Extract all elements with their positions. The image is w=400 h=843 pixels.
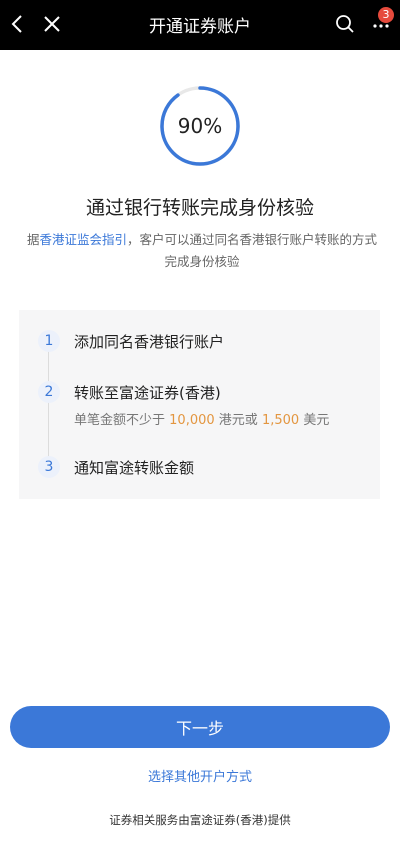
step-2-number: 2 <box>38 381 60 403</box>
desc-suffix: ，客户可以通过同名香港银行账户转账的方式完成身份核验 <box>127 232 378 269</box>
step-2-sub-mid: 港元或 <box>218 413 258 428</box>
search-icon <box>336 15 354 33</box>
next-button[interactable]: 下一步 <box>10 706 390 748</box>
steps-connector <box>48 343 49 465</box>
top-bar: 开通证券账户 3 <box>0 0 400 50</box>
step-1-text: 添加同名香港银行账户 <box>74 333 225 351</box>
other-method-link[interactable]: 选择其他开户方式 <box>0 766 400 785</box>
steps-panel: 1 添加同名香港银行账户 2 转账至富途证券(香港) 单笔金额不少于 10,00… <box>19 310 380 499</box>
notification-badge: 3 <box>378 7 394 23</box>
step-2-sub: 单笔金额不少于 10,000 港元或 1,500 美元 <box>74 409 329 428</box>
description: 据香港证监会指引，客户可以通过同名香港银行账户转账的方式完成身份核验 <box>22 229 382 273</box>
step-2-text: 转账至富途证券(香港) <box>74 384 221 402</box>
search-button[interactable] <box>329 8 361 40</box>
sfc-guideline-link[interactable]: 香港证监会指引 <box>39 232 127 247</box>
step-3-number: 3 <box>38 456 60 478</box>
step-1-number: 1 <box>38 330 60 352</box>
step-2-sub-prefix: 单笔金额不少于 <box>74 413 166 428</box>
desc-prefix: 据 <box>26 232 40 247</box>
footer-note: 证券相关服务由富途证券(香港)提供 <box>109 813 291 827</box>
usd-amount: 1,500 <box>261 413 300 428</box>
headline: 通过银行转账完成身份核验 <box>85 197 314 219</box>
step-3-text: 通知富途转账金额 <box>74 459 195 477</box>
progress-percent: 90% <box>177 114 223 138</box>
hkd-amount: 10,000 <box>169 413 215 428</box>
step-2-sub-suffix: 美元 <box>303 413 330 428</box>
